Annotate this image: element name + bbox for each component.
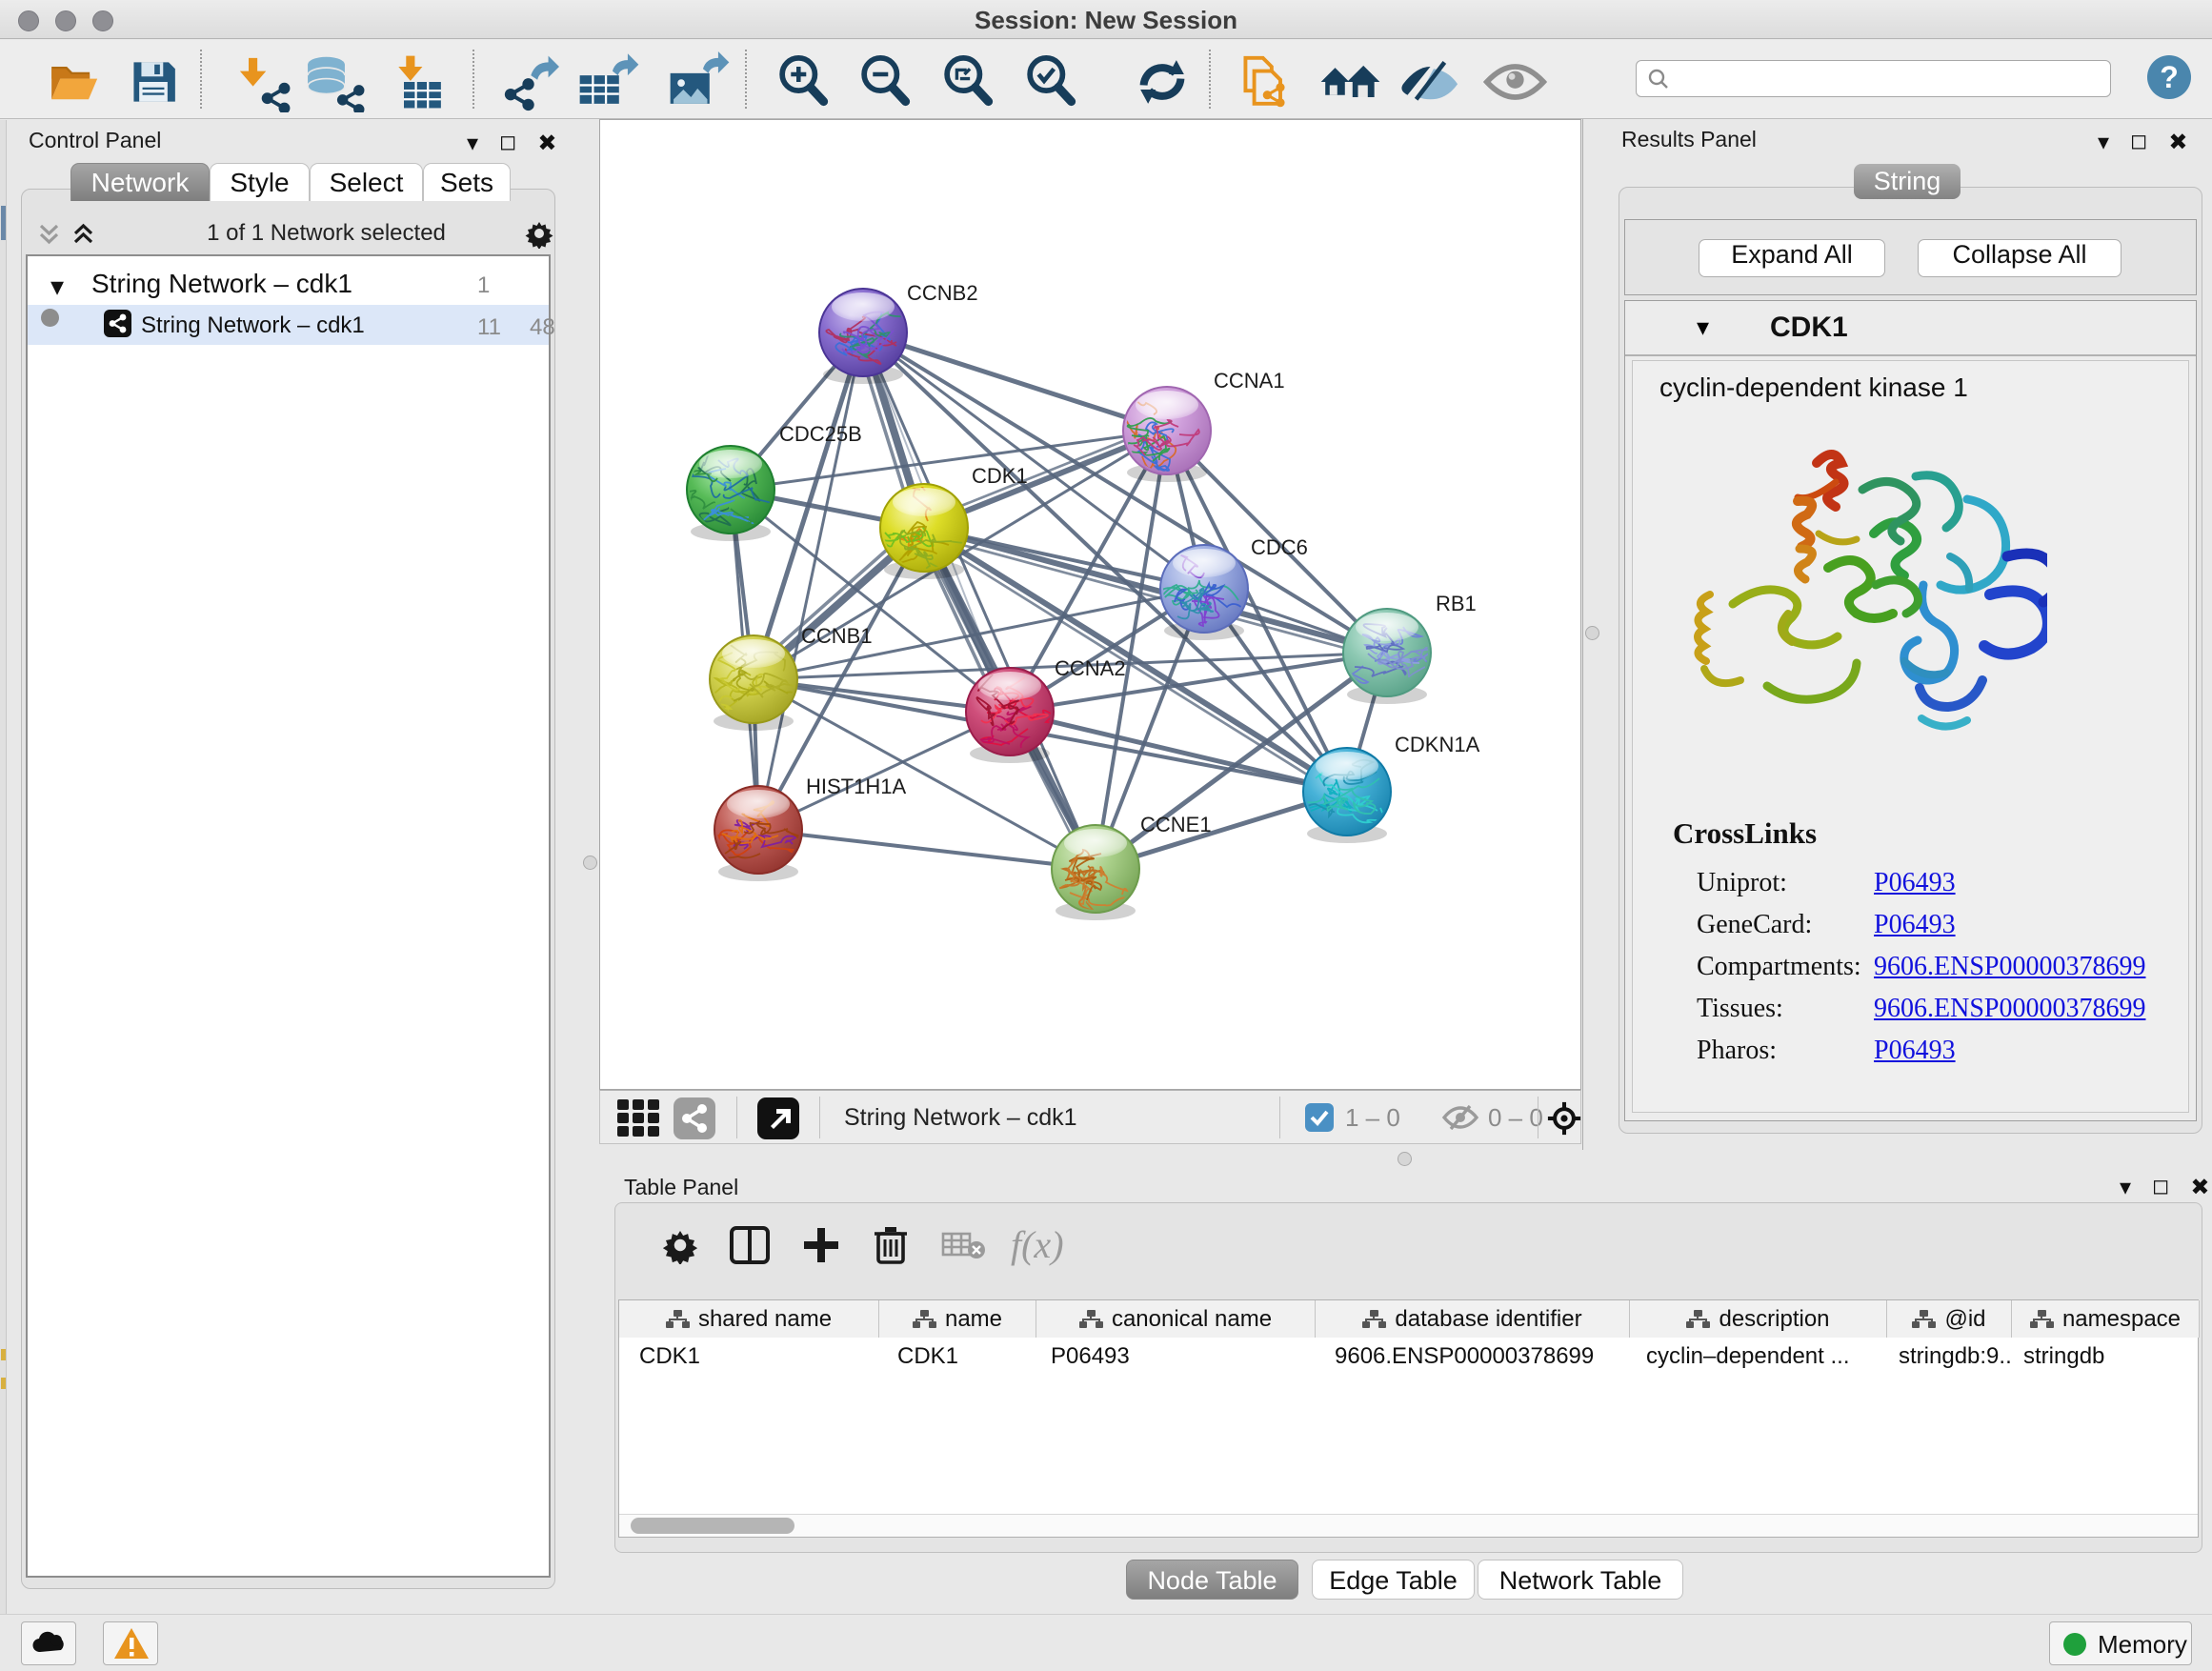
svg-text:CCNA1: CCNA1 <box>1214 369 1285 393</box>
svg-text:CDC6: CDC6 <box>1251 535 1308 559</box>
svg-text:CDKN1A: CDKN1A <box>1395 733 1480 756</box>
svg-text:CCNE1: CCNE1 <box>1140 813 1212 836</box>
svg-text:CCNA2: CCNA2 <box>1055 656 1126 680</box>
svg-text:CCNB2: CCNB2 <box>907 281 978 305</box>
svg-text:CCNB1: CCNB1 <box>801 624 873 648</box>
svg-text:HIST1H1A: HIST1H1A <box>806 775 906 798</box>
svg-text:CDC25B: CDC25B <box>779 422 862 446</box>
svg-text:CDK1: CDK1 <box>972 464 1028 488</box>
svg-text:RB1: RB1 <box>1436 592 1477 615</box>
